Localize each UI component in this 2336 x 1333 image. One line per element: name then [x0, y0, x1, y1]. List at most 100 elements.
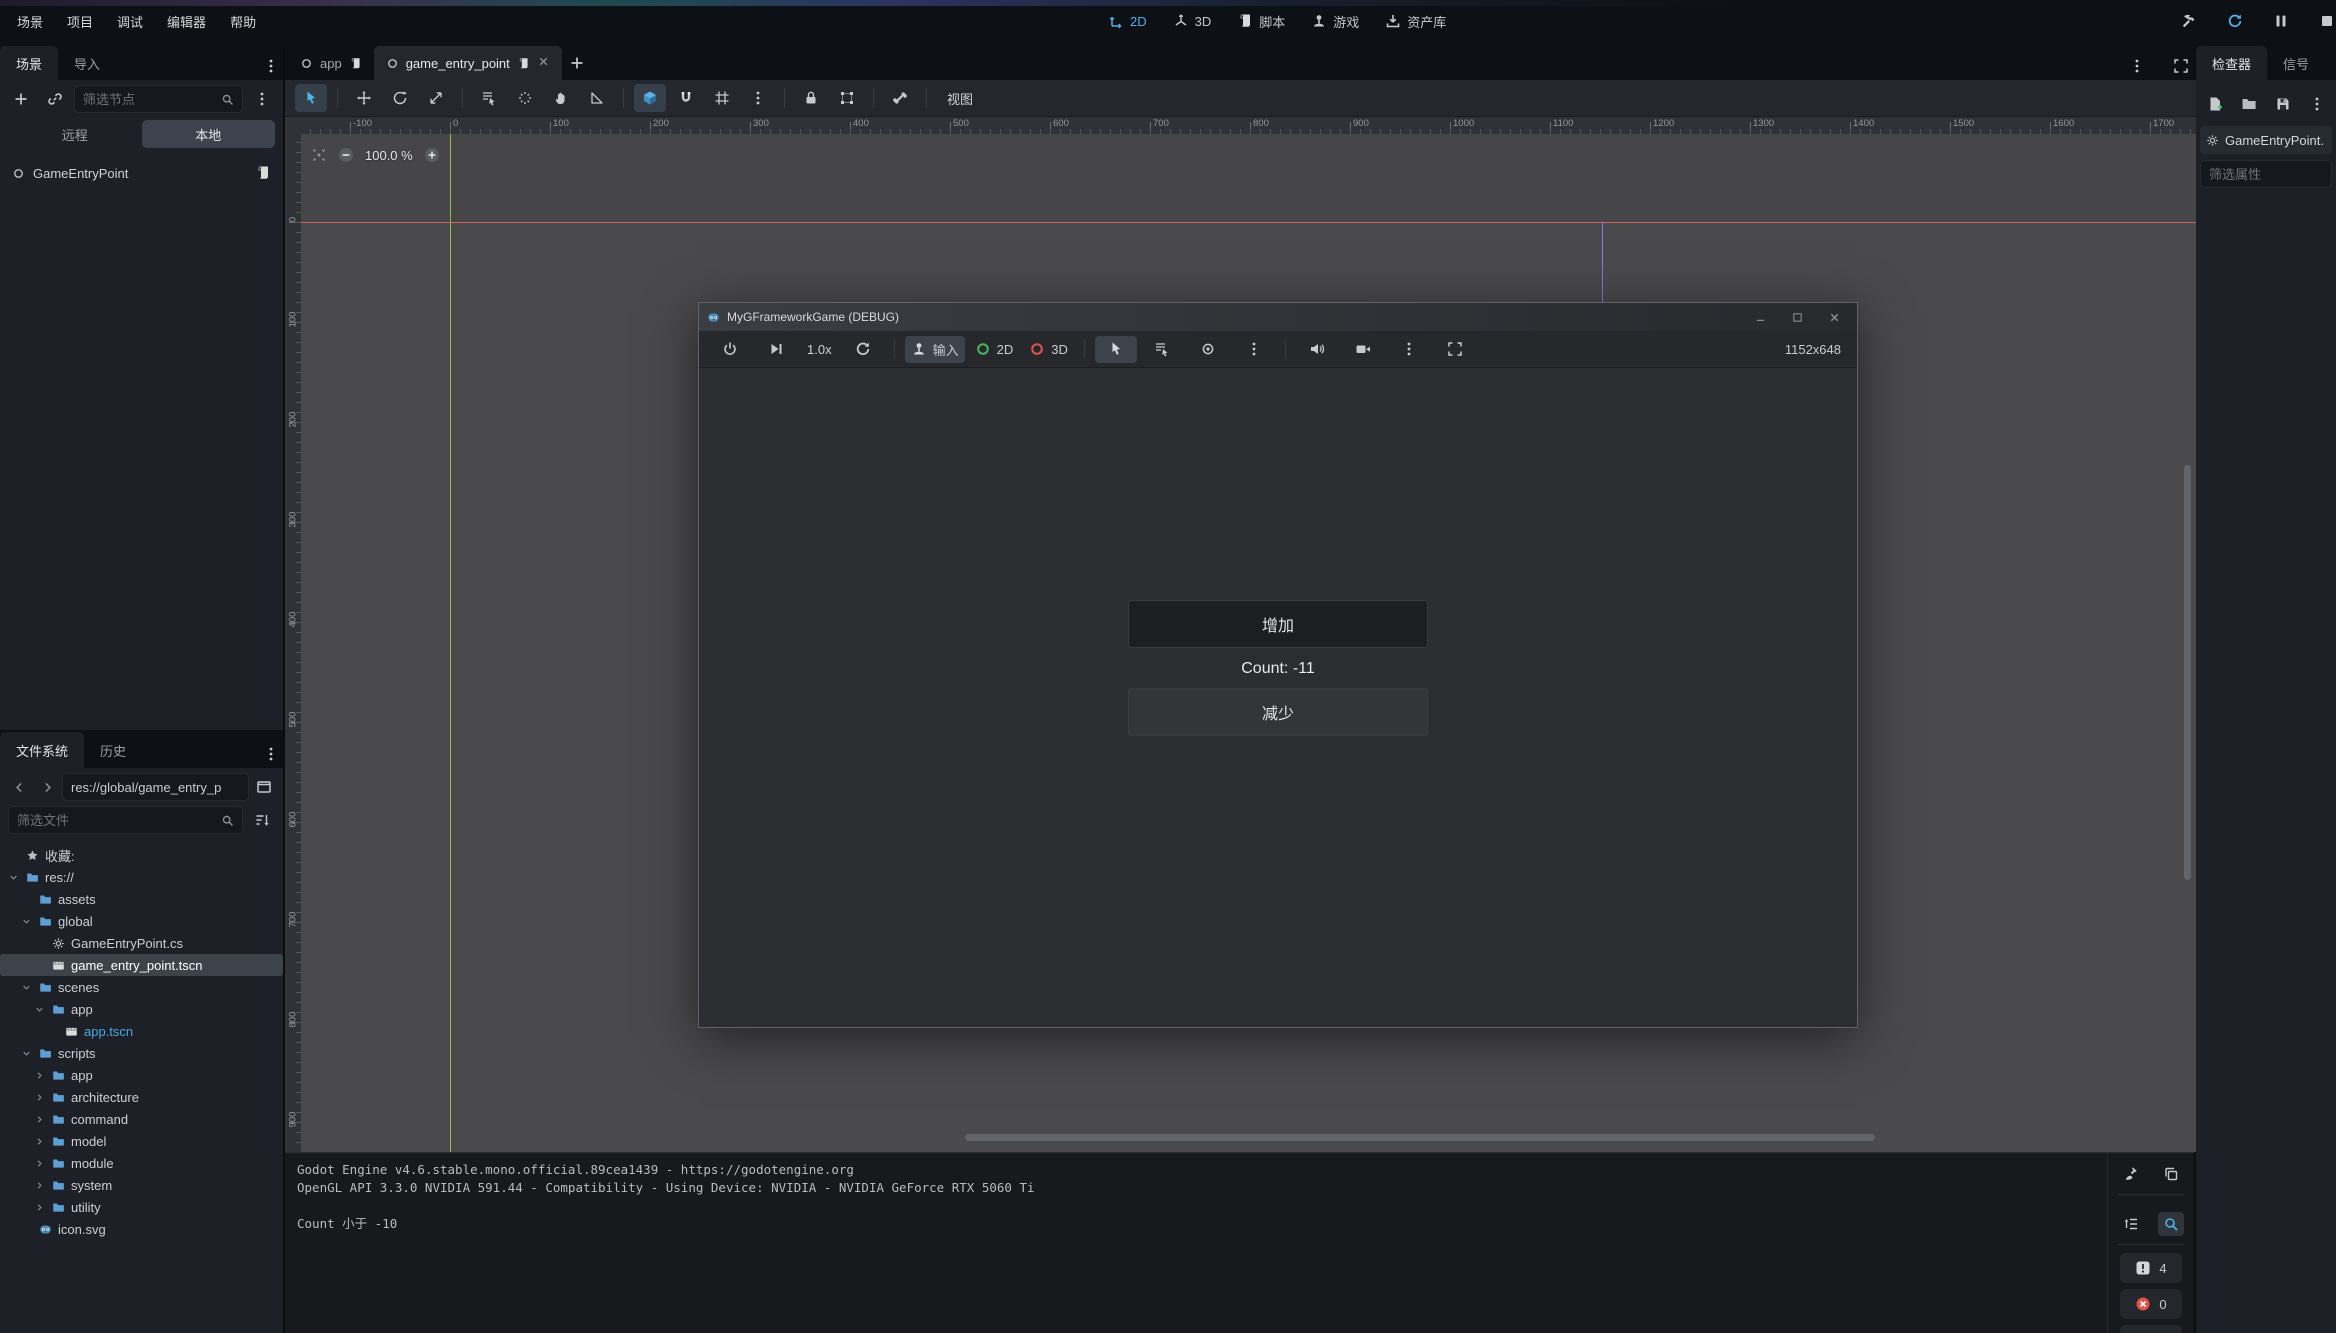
- messages-badge[interactable]: 4: [2120, 1253, 2182, 1283]
- window-maximize-button[interactable]: [1782, 305, 1812, 329]
- expander-down[interactable]: [20, 1048, 33, 1059]
- scene-tree-root-node[interactable]: GameEntryPoint: [4, 160, 279, 186]
- mute-button[interactable]: [1296, 336, 1338, 363]
- expander-right[interactable]: [33, 1136, 46, 1147]
- copy-output-button[interactable]: [2158, 1162, 2184, 1186]
- options-menu[interactable]: [1388, 336, 1430, 363]
- scene-tab-app[interactable]: app: [288, 46, 374, 80]
- favorites[interactable]: 收藏:: [0, 844, 283, 866]
- pause-button[interactable]: [2268, 9, 2294, 33]
- local-tab[interactable]: 本地: [142, 120, 276, 148]
- lock-button[interactable]: [795, 84, 827, 112]
- pivot-tool[interactable]: [509, 84, 541, 112]
- filter-nodes-field[interactable]: [83, 92, 215, 107]
- remote-tab[interactable]: 远程: [8, 120, 142, 148]
- snap-config[interactable]: [706, 84, 738, 112]
- smart-snap-toggle[interactable]: [634, 84, 666, 112]
- select-mode-button[interactable]: [1095, 336, 1137, 363]
- add-node-button[interactable]: [8, 87, 34, 111]
- mode-2d-button[interactable]: 2D: [969, 336, 1020, 363]
- script-icon[interactable]: [255, 165, 271, 181]
- expander-right[interactable]: [33, 1158, 46, 1169]
- workspace-2d[interactable]: 2D: [1108, 13, 1147, 29]
- filter-files-field[interactable]: [17, 813, 215, 828]
- next-frame-button[interactable]: [755, 336, 797, 363]
- menu-project[interactable]: 项目: [56, 9, 104, 34]
- snap-menu[interactable]: [742, 84, 774, 112]
- expander-down[interactable]: [20, 916, 33, 927]
- expander-right[interactable]: [33, 1202, 46, 1213]
- workspace-assetlib[interactable]: 资产库: [1385, 12, 1446, 31]
- window-minimize-button[interactable]: [1745, 305, 1775, 329]
- center-view-icon[interactable]: [311, 147, 327, 163]
- ruler-tool[interactable]: [581, 84, 613, 112]
- scale-tool[interactable]: [420, 84, 452, 112]
- workspace-3d[interactable]: 3D: [1173, 13, 1212, 29]
- nav-forward-button[interactable]: [34, 775, 60, 799]
- move-tool[interactable]: [348, 84, 380, 112]
- nav-back-button[interactable]: [6, 775, 32, 799]
- tab-inspector[interactable]: 检查器: [2196, 46, 2267, 80]
- increase-button[interactable]: 增加: [1128, 600, 1428, 648]
- expander-down[interactable]: [20, 982, 33, 993]
- scene-tab-game-entry-point[interactable]: game_entry_point: [374, 46, 562, 80]
- new-scene-tab-button[interactable]: [562, 46, 592, 80]
- path-bar[interactable]: [62, 773, 249, 801]
- file-icon-svg[interactable]: icon.svg: [0, 1218, 283, 1240]
- folder-utility[interactable]: utility: [0, 1196, 283, 1218]
- folder-system[interactable]: system: [0, 1174, 283, 1196]
- decrease-button[interactable]: 减少: [1128, 688, 1428, 736]
- filesystem-menu[interactable]: [258, 742, 284, 766]
- zoom-out-button[interactable]: [337, 146, 355, 164]
- grid-snap-toggle[interactable]: [670, 84, 702, 112]
- camera-override-button[interactable]: [1187, 336, 1229, 363]
- horizontal-scrollbar[interactable]: [965, 1134, 1875, 1141]
- restart-button[interactable]: [2222, 9, 2248, 33]
- folder-scripts-app[interactable]: app: [0, 1064, 283, 1086]
- layout-menu[interactable]: [2124, 54, 2150, 78]
- folder-global[interactable]: global: [0, 910, 283, 932]
- expander-down[interactable]: [33, 1004, 46, 1015]
- game-window-titlebar[interactable]: MyGFrameworkGame (DEBUG): [699, 303, 1857, 331]
- filter-nodes-input[interactable]: [74, 85, 243, 113]
- clear-output-button[interactable]: [2118, 1162, 2144, 1186]
- select-tool[interactable]: [295, 84, 327, 112]
- menu-help[interactable]: 帮助: [219, 9, 267, 34]
- expander-right[interactable]: [33, 1070, 46, 1081]
- folder-scripts[interactable]: scripts: [0, 1042, 283, 1064]
- menu-editor[interactable]: 编辑器: [156, 9, 217, 34]
- rotate-tool[interactable]: [384, 84, 416, 112]
- list-select-tool[interactable]: [473, 84, 505, 112]
- build-button[interactable]: [2176, 9, 2202, 33]
- fs-tab-filesystem[interactable]: 文件系统: [0, 732, 84, 768]
- close-scene-tab-button[interactable]: [537, 55, 550, 71]
- instance-scene-button[interactable]: [42, 87, 68, 111]
- dock-tab-scene[interactable]: 场景: [0, 46, 58, 80]
- skeleton-menu[interactable]: [884, 84, 916, 112]
- view-menu[interactable]: 视图: [937, 86, 983, 111]
- workspace-game[interactable]: 游戏: [1311, 12, 1359, 31]
- input-toggle[interactable]: 输入: [905, 336, 965, 363]
- expander-right[interactable]: [33, 1092, 46, 1103]
- filter-properties-field[interactable]: [2209, 167, 2323, 182]
- window-close-button[interactable]: [1819, 305, 1849, 329]
- folder-command[interactable]: command: [0, 1108, 283, 1130]
- suspend-button[interactable]: [709, 336, 751, 363]
- fullscreen-button[interactable]: [1434, 336, 1476, 363]
- filter-files-input[interactable]: [8, 806, 243, 834]
- tab-signals[interactable]: 信号: [2267, 46, 2325, 80]
- save-resource-button[interactable]: [2274, 92, 2293, 116]
- workspace-script[interactable]: 脚本: [1237, 12, 1285, 31]
- zoom-percent[interactable]: 100.0 %: [365, 148, 413, 163]
- vertical-scrollbar[interactable]: [2184, 465, 2191, 880]
- toggle-split-button[interactable]: [251, 775, 277, 799]
- reset-button[interactable]: [842, 336, 884, 363]
- path-field[interactable]: [71, 780, 240, 795]
- canvas-viewport[interactable]: 100.0 % MyGFrameworkGame (DEBUG) 1.0x输入2…: [301, 134, 2196, 1152]
- zoom-in-button[interactable]: [423, 146, 441, 164]
- load-resource-button[interactable]: [2240, 92, 2259, 116]
- camera-button[interactable]: [1342, 336, 1384, 363]
- expander-right[interactable]: [33, 1180, 46, 1191]
- pan-tool[interactable]: [545, 84, 577, 112]
- search-output-button[interactable]: [2158, 1212, 2184, 1236]
